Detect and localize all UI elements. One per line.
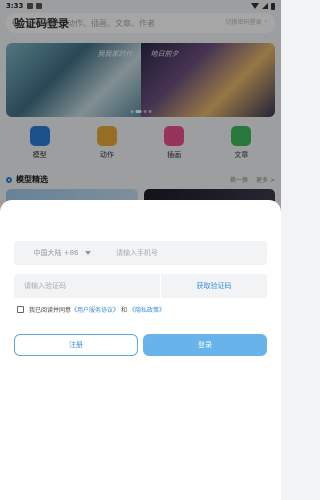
phone-input[interactable]: 请输入手机号 <box>110 248 158 258</box>
login-button[interactable]: 登录 <box>143 334 267 356</box>
login-title: 验证码登录 <box>14 17 69 30</box>
switch-label: 切换密码登录 <box>225 19 262 26</box>
chevron-down-icon <box>84 251 91 255</box>
agreement-and: 和 <box>121 307 128 314</box>
agreement-prefix: 我已阅读并同意 <box>29 307 72 314</box>
get-code-button[interactable]: 获取验证码 <box>161 281 267 291</box>
phone-field: 中国大陆 +86 请输入手机号 <box>14 241 267 265</box>
privacy-policy-link[interactable]: 《隐私政策》 <box>129 305 165 314</box>
register-button[interactable]: 注册 <box>14 334 138 356</box>
verification-code-input[interactable]: 请输入验证码 <box>14 281 160 291</box>
code-field: 请输入验证码 获取验证码 <box>14 274 267 298</box>
user-agreement-link[interactable]: 《用户服务协议》 <box>71 305 119 314</box>
chevron-right-icon: › <box>264 18 267 25</box>
agreement-checkbox[interactable] <box>17 306 24 313</box>
switch-password-login-link[interactable]: 切换密码登录 › <box>226 17 267 26</box>
country-code-value: 中国大陆 +86 <box>33 249 79 257</box>
agreement-row: 我已阅读并同意 《用户服务协议》 和 《隐私政策》 <box>17 305 165 314</box>
country-code-select[interactable]: 中国大陆 +86 <box>14 248 110 258</box>
